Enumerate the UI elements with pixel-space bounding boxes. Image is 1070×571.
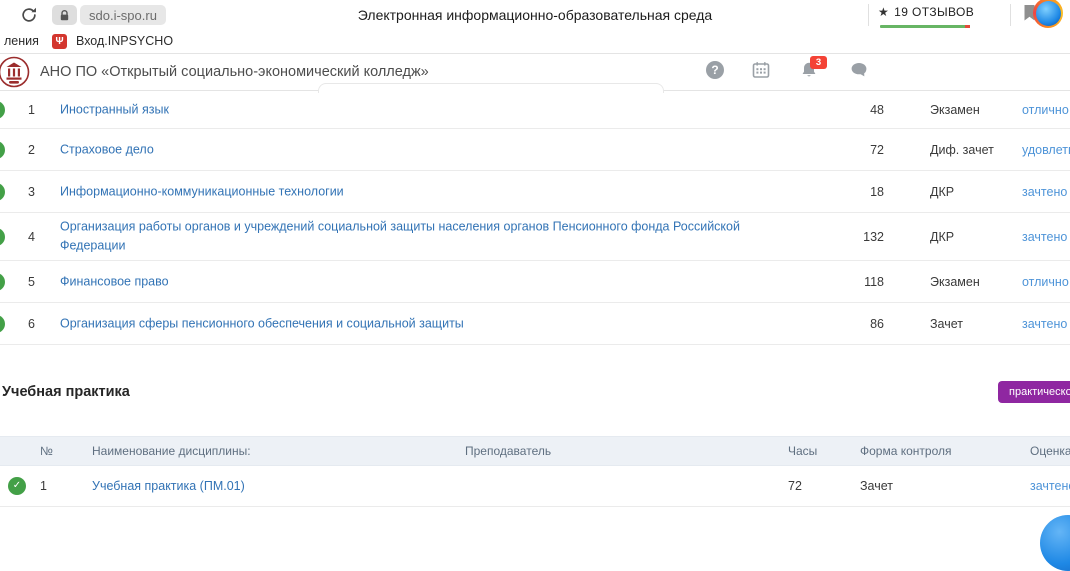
table-row: ✓ 1 Иностранный язык 48 Экзамен отлично: [0, 91, 1070, 129]
control-form: ДКР: [930, 185, 954, 199]
practice-table-row: ✓ 1 Учебная практика (ПМ.01) 72 Зачет за…: [0, 466, 1070, 507]
table-row: ✓ 2 Страховое дело 72 Диф. зачет удовлет…: [0, 129, 1070, 171]
row-number: 3: [28, 185, 35, 199]
grade-link[interactable]: зачтено: [1030, 479, 1070, 493]
hours-value: 72: [838, 143, 884, 157]
control-form: ДКР: [930, 230, 954, 244]
messages-chat-icon[interactable]: [850, 62, 868, 80]
grade-link[interactable]: удовлетворительно: [1022, 143, 1070, 157]
bookmark-favicon: Ψ: [52, 34, 67, 49]
table-row: ✓ 3 Информационно-коммуникационные техно…: [0, 171, 1070, 213]
completed-check-icon: ✓: [8, 477, 26, 495]
row-number: 1: [40, 479, 47, 493]
completed-check-icon: ✓: [0, 315, 5, 333]
discipline-link[interactable]: Учебная практика (ПМ.01): [92, 479, 245, 493]
hours-value: 72: [788, 479, 802, 493]
bookmark-item-inpsycho[interactable]: Вход.INPSYCHO: [76, 34, 173, 48]
discipline-link[interactable]: Организация сферы пенсионного обеспечени…: [60, 314, 760, 333]
url-field[interactable]: sdo.i-spo.ru: [80, 5, 166, 25]
url-text: sdo.i-spo.ru: [89, 8, 157, 23]
col-teacher: Преподаватель: [465, 444, 551, 458]
toolbar-divider: [1010, 4, 1011, 26]
discipline-link[interactable]: Финансовое право: [60, 272, 760, 291]
toolbar-divider: [868, 4, 869, 26]
profile-avatar[interactable]: [1033, 0, 1063, 28]
grade-link[interactable]: зачтено: [1022, 230, 1067, 244]
col-hours: Часы: [788, 444, 817, 458]
star-icon: ★: [878, 5, 889, 19]
grade-link[interactable]: зачтено: [1022, 185, 1067, 199]
help-icon[interactable]: ?: [706, 61, 724, 79]
row-number: 4: [28, 230, 35, 244]
hours-value: 118: [838, 275, 884, 289]
col-number: №: [40, 444, 53, 458]
completed-check-icon: ✓: [0, 273, 5, 291]
calendar-icon[interactable]: [752, 61, 770, 79]
table-row: ✓ 5 Финансовое право 118 Экзамен отлично: [0, 261, 1070, 303]
lock-icon[interactable]: [52, 5, 77, 25]
section-heading: Учебная практика: [2, 384, 130, 400]
control-form: Зачет: [860, 479, 893, 493]
discipline-link[interactable]: Организация работы органов и учреждений …: [60, 217, 760, 256]
col-grade: Оценка: [1030, 444, 1070, 458]
discipline-link[interactable]: Информационно-коммуникационные технологи…: [60, 182, 760, 201]
content-card-top: [318, 83, 664, 93]
grade-link[interactable]: отлично: [1022, 103, 1069, 117]
row-number: 1: [28, 103, 35, 117]
completed-check-icon: ✓: [0, 228, 5, 246]
table-row: ✓ 6 Организация сферы пенсионного обеспе…: [0, 303, 1070, 345]
completed-check-icon: ✓: [0, 183, 5, 201]
control-form: Экзамен: [930, 103, 980, 117]
col-name: Наименование дисциплины:: [92, 444, 251, 458]
college-logo[interactable]: [0, 56, 30, 88]
control-form: Зачет: [930, 317, 963, 331]
reviews-rating-bar: [880, 25, 970, 28]
row-number: 5: [28, 275, 35, 289]
reviews-label: 19 отзывов: [894, 5, 974, 19]
hours-value: 48: [838, 103, 884, 117]
row-number: 2: [28, 143, 35, 157]
col-control: Форма контроля: [860, 444, 952, 458]
hours-value: 18: [838, 185, 884, 199]
completed-check-icon: ✓: [0, 101, 5, 119]
hours-value: 132: [838, 230, 884, 244]
control-form: Диф. зачет: [930, 143, 994, 157]
completed-check-icon: ✓: [0, 141, 5, 159]
discipline-link[interactable]: Иностранный язык: [60, 100, 760, 119]
practice-table-header: № Наименование дисциплины: Преподаватель…: [0, 436, 1070, 466]
org-title: АНО ПО «Открытый социально-экономический…: [40, 64, 429, 80]
bookmark-item-truncated[interactable]: ления: [4, 34, 39, 48]
grade-link[interactable]: отлично: [1022, 275, 1069, 289]
row-number: 6: [28, 317, 35, 331]
browser-toolbar: sdo.i-spo.ru Электронная информационно-о…: [0, 0, 1070, 30]
support-chat-widget[interactable]: [1040, 515, 1070, 571]
control-form: Экзамен: [930, 275, 980, 289]
reviews-button[interactable]: ★ 19 отзывов: [878, 5, 974, 19]
discipline-link[interactable]: Страховое дело: [60, 140, 760, 159]
grade-link[interactable]: зачтено: [1022, 317, 1067, 331]
page-title: Электронная информационно-образовательна…: [300, 7, 770, 23]
table-row: ✓ 4 Организация работы органов и учрежде…: [0, 213, 1070, 261]
reload-icon[interactable]: [20, 6, 38, 24]
practice-type-badge: практическое: [998, 381, 1070, 403]
hours-value: 86: [838, 317, 884, 331]
notifications-count-badge: 3: [810, 56, 827, 69]
